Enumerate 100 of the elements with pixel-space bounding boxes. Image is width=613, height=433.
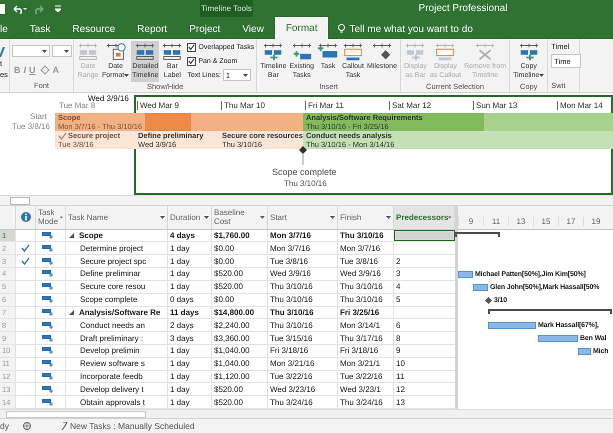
caret-icon [64, 50, 69, 52]
task-name-cell[interactable]: Analysis/Software Re [79, 308, 160, 317]
checkbox[interactable] [187, 56, 196, 66]
table-cell[interactable]: 12 [394, 383, 455, 396]
ribbon-tab[interactable]: Task [18, 19, 62, 39]
table-cell: $14,800.00 [212, 306, 268, 318]
timescale-label: 17 [558, 216, 583, 226]
ribbon-tab[interactable]: le [0, 19, 19, 39]
task-name-cell[interactable]: Secure core resou [80, 282, 146, 292]
milestone-name: Scope complete [272, 167, 337, 177]
table-cell: Thu 3/10/16 [268, 280, 338, 293]
table-cell: Fri 3/18/16 [338, 344, 394, 357]
task-name-cell[interactable]: Develop prelimin [80, 346, 140, 356]
timeline-bar-icon [404, 42, 426, 62]
table-cell: 1 day [168, 280, 212, 293]
table-cell[interactable]: 4 [394, 280, 455, 293]
table-cell[interactable]: 8 [394, 332, 455, 344]
table-cell[interactable]: 13 [394, 396, 455, 408]
timeline-icon [134, 42, 156, 62]
scroll-thumb[interactable] [10, 196, 30, 204]
text-style-icon[interactable] [0, 47, 5, 57]
undo-icon[interactable] [11, 4, 27, 14]
task-name-cell[interactable]: Scope [79, 231, 104, 240]
task-name-cell[interactable]: Obtain approvals t [80, 398, 145, 407]
column-header[interactable]: Baseline Cost [212, 206, 268, 229]
save-icon[interactable] [0, 4, 5, 14]
summary-bar[interactable] [488, 308, 612, 314]
ribbon-tab[interactable]: Format [274, 17, 328, 39]
table-cell: 1 day [168, 344, 212, 357]
collapse-icon[interactable] [69, 233, 76, 238]
task-bar[interactable] [538, 335, 578, 342]
timeline-start-date: Tue 3/8/16 [12, 122, 50, 131]
timescale-label: Sun Mar 13 [473, 101, 518, 110]
customize-icon[interactable] [55, 5, 61, 12]
timescale-label: Thu Mar 10 [221, 101, 265, 110]
table-cell: $0.00 [212, 294, 268, 306]
task-mode-icon [42, 232, 53, 240]
font-name-field[interactable] [12, 45, 50, 57]
table-cell: Mon 3/21/1 [338, 358, 394, 370]
task-name-cell[interactable]: Review software s [80, 359, 145, 368]
column-header[interactable]: Task Mode [36, 206, 66, 229]
task-bar[interactable] [458, 271, 473, 278]
task-bar[interactable] [578, 348, 591, 356]
task-name-cell[interactable]: Determine project [80, 244, 144, 253]
task-name-cell[interactable]: Draft preliminary : [80, 334, 144, 343]
callout-icon [434, 42, 456, 62]
table-cell: $520.00 [212, 383, 268, 396]
caret-icon [448, 216, 452, 219]
task-name-cell[interactable]: Develop delivery t [80, 384, 144, 394]
task-mode-icon [42, 398, 53, 406]
table-cell[interactable]: 9 [394, 344, 455, 357]
caret-icon [42, 50, 47, 52]
scroll-thumb[interactable] [6, 410, 146, 418]
summary-bar[interactable] [455, 232, 500, 237]
table-cell: Fri 3/25/16 [338, 306, 394, 318]
table-cell: $1,040.00 [212, 344, 268, 357]
table-cell[interactable]: 5 [394, 294, 455, 306]
caret-icon [204, 216, 209, 219]
column-header[interactable]: Start [268, 206, 338, 229]
task-mode-status[interactable]: New Tasks : Manually Scheduled [70, 421, 195, 431]
task-bar[interactable] [473, 284, 488, 291]
current-date-label: Wed 3/9/16 [88, 94, 129, 103]
table-cell: Mon 3/7/16 [268, 242, 338, 254]
bar-label-icon [161, 42, 184, 62]
ribbon-tab[interactable]: Report [126, 19, 178, 39]
table-cell: $0.00 [212, 255, 268, 268]
collapse-icon[interactable] [69, 310, 76, 315]
column-header[interactable]: Predecessors [394, 206, 455, 229]
table-cell: $520.00 [212, 268, 268, 280]
font-size-field[interactable] [52, 45, 72, 57]
column-header[interactable]: Task Name [66, 206, 168, 229]
table-cell[interactable]: 2 [394, 255, 455, 268]
task-mode-icon [42, 386, 53, 393]
table-cell[interactable]: 10 [394, 358, 455, 370]
task-name-cell[interactable]: Scope complete [80, 295, 138, 304]
task-name-cell[interactable]: Secure project spc [80, 256, 146, 266]
table-cell[interactable]: 11 [394, 370, 455, 382]
tell-me-field[interactable]: Tell me what you want to do [349, 24, 473, 34]
table-cell: Wed 3/23/1 [338, 383, 394, 396]
milestone-icon[interactable] [299, 146, 307, 154]
table-cell[interactable]: 6 [394, 319, 455, 332]
fill-color-icon[interactable] [38, 65, 50, 75]
table-cell: 1 day [168, 370, 212, 382]
table-cell: 1 day [168, 268, 212, 280]
table-cell: 1 day [168, 255, 212, 268]
column-header[interactable]: Duration [168, 206, 212, 229]
task-name-cell[interactable]: Conduct needs an [80, 320, 145, 330]
ribbon-tab[interactable]: Project [178, 19, 232, 39]
milestone-icon[interactable] [485, 296, 492, 304]
task-mode-icon [42, 308, 53, 316]
caret-icon [242, 74, 248, 76]
context-tab-title: Timeline Tools [200, 0, 253, 17]
task-bar[interactable] [488, 322, 536, 330]
task-name-cell[interactable]: Incorporate feedb [80, 372, 143, 381]
task-name-cell[interactable]: Define preliminar [80, 269, 140, 278]
checkbox[interactable] [187, 42, 196, 52]
table-cell[interactable]: 3 [394, 268, 455, 280]
ribbon-tab[interactable]: Resource [61, 19, 126, 39]
selected-cell[interactable] [394, 230, 455, 242]
ribbon-tab[interactable]: View [231, 19, 275, 39]
